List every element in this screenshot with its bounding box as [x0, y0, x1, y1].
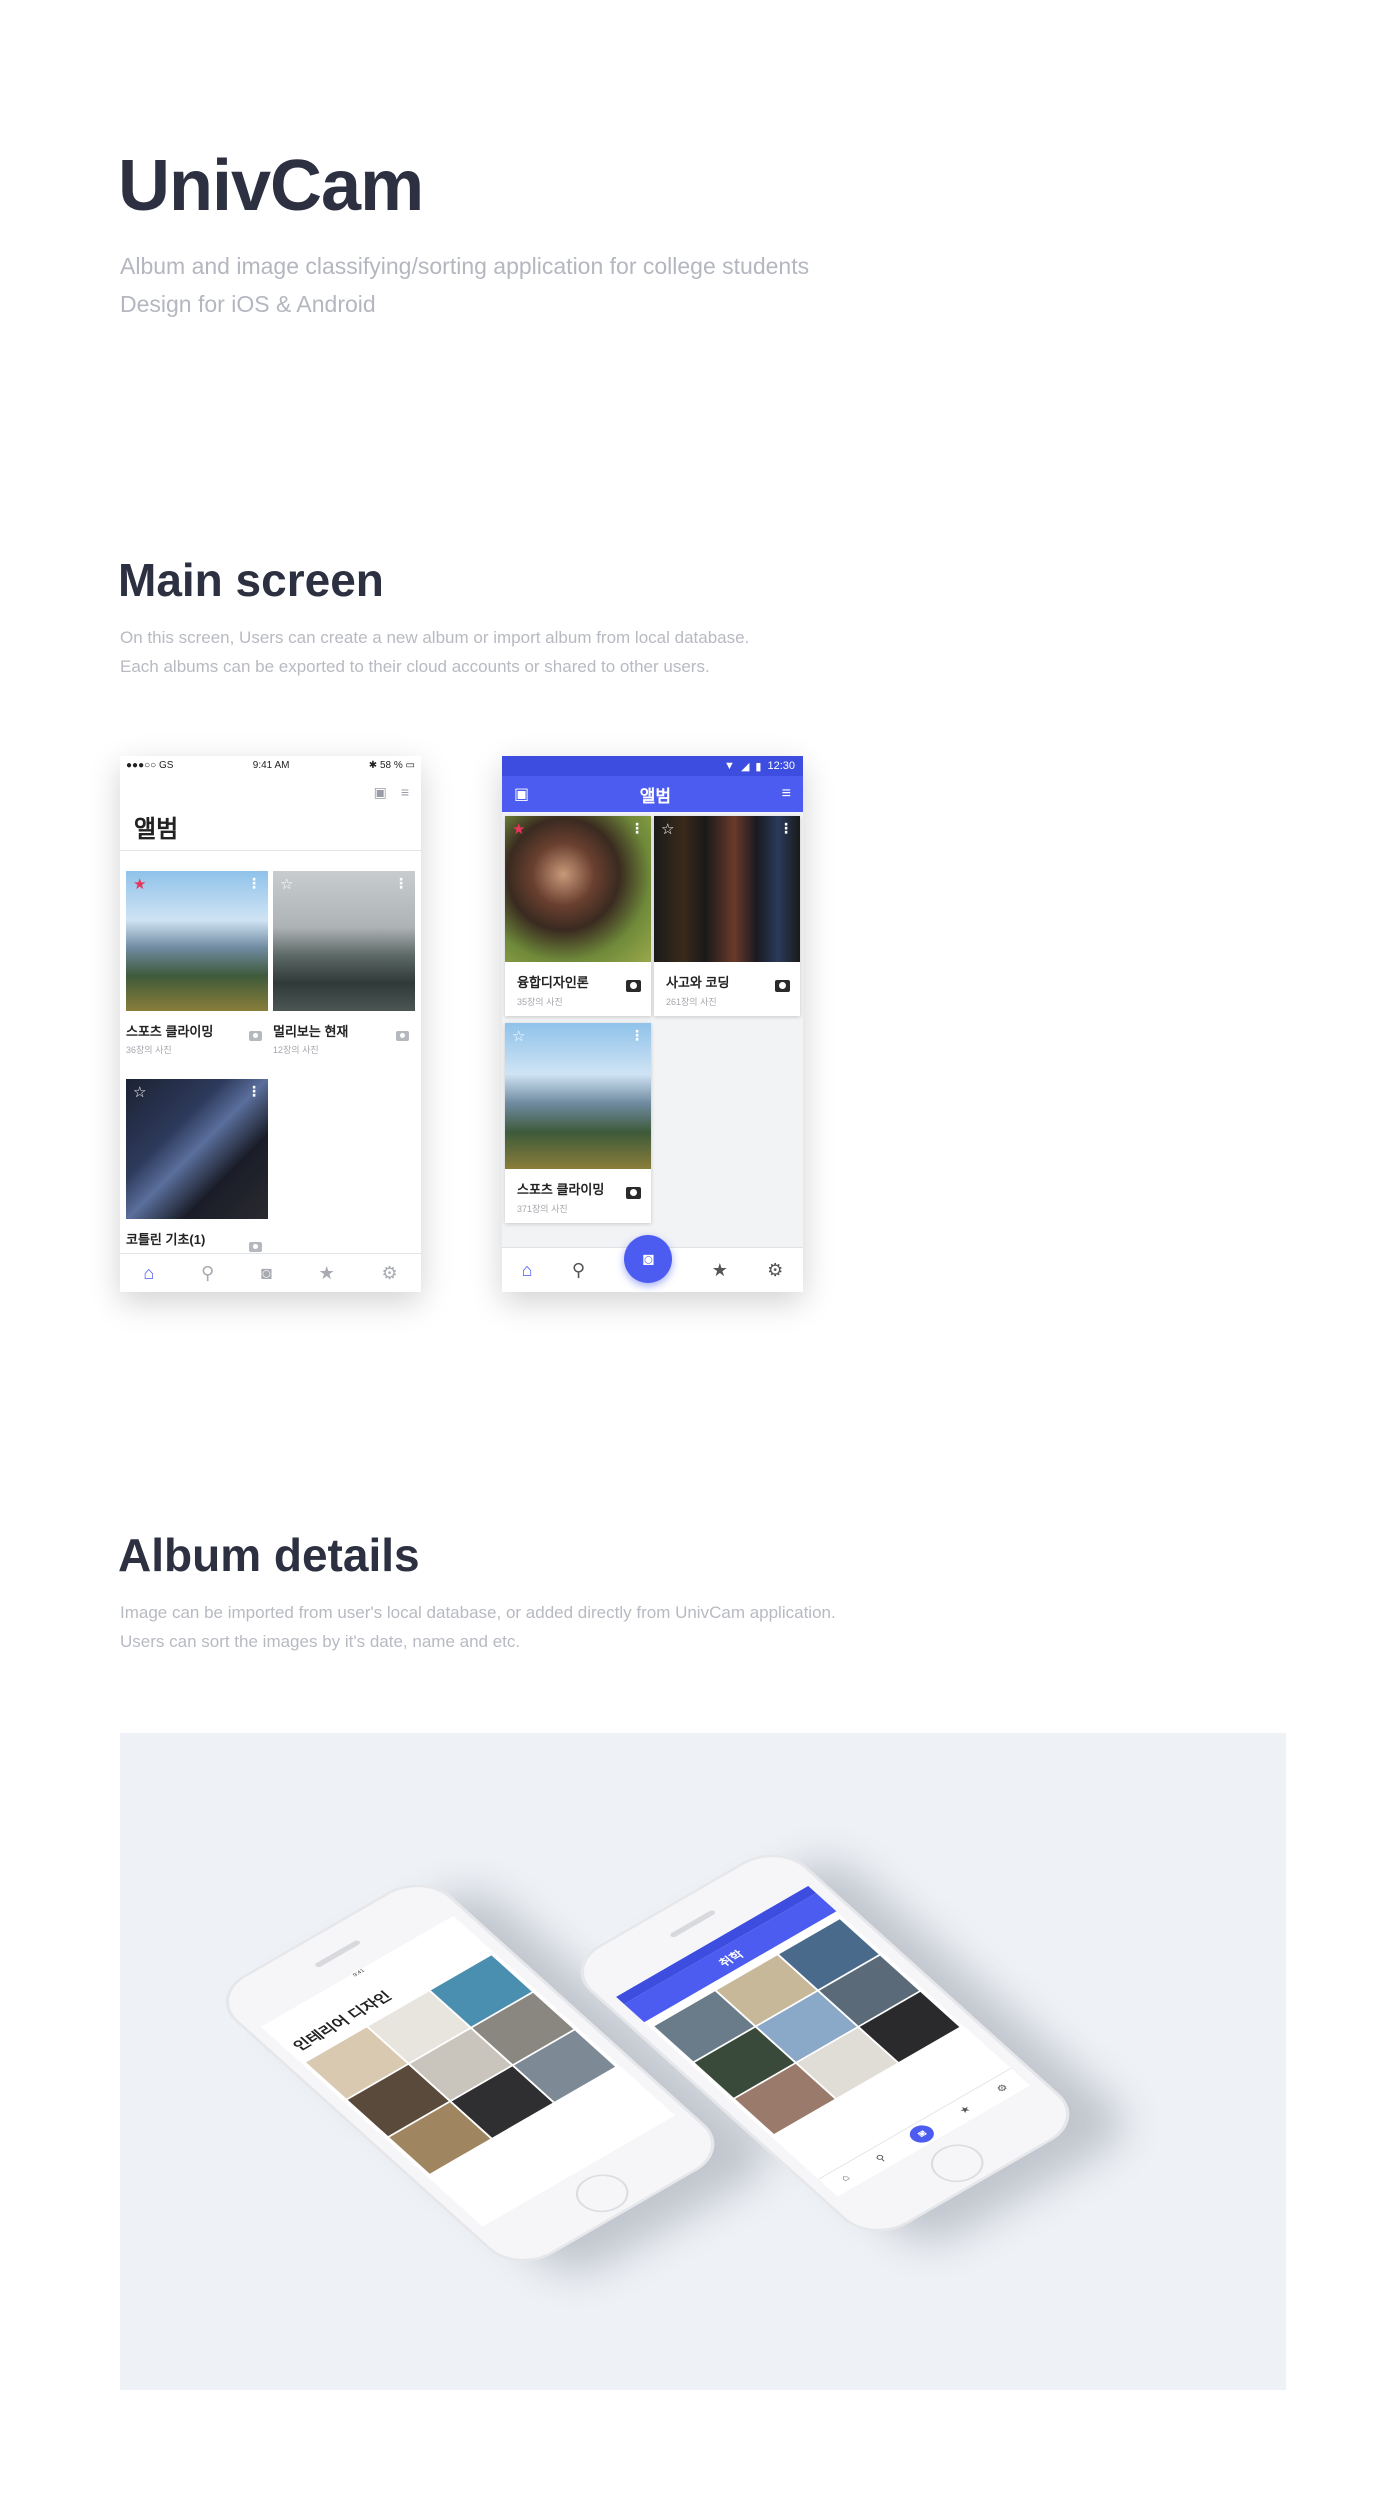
album-title: 스포츠 클라이밍 — [126, 1024, 214, 1039]
page-title: UnivCam — [118, 146, 424, 226]
android-app-bar: ▣ 앨범 ≡ — [502, 776, 803, 812]
photo-grid — [644, 1911, 969, 2142]
camera-icon[interactable] — [249, 1031, 262, 1041]
album-card[interactable]: ★ ⋮ 융합디자인론 35장의 사진 — [505, 816, 651, 1016]
camera-fab-button[interactable]: ◙ — [905, 2121, 940, 2146]
device-mockup-panel: 9:41 인테리어 디자인 취학 ⌂ ⚲ ◙ ★ ⚙ — [120, 1733, 1286, 2390]
album-count: 12장의 사진 — [273, 1045, 319, 1055]
star-outline-icon[interactable]: ☆ — [280, 875, 293, 893]
add-folder-icon[interactable]: ▣ — [374, 784, 387, 801]
android-bottom-nav: ⌂ ⚲ ◙ ★ ⚙ — [502, 1235, 803, 1292]
bluetooth-icon: ✱ — [368, 759, 378, 771]
star-outline-icon[interactable]: ☆ — [133, 1083, 146, 1101]
favorite-star-icon[interactable]: ★ — [512, 820, 525, 838]
battery-icon: ▭ — [405, 759, 415, 771]
signal-icon: ◢ — [740, 760, 750, 773]
ios-toolbar: ▣ ≡ — [120, 774, 421, 810]
more-options-icon[interactable]: ⋮ — [247, 875, 261, 892]
camera-icon: ◙ — [642, 1248, 654, 1269]
star-icon[interactable]: ★ — [319, 1263, 335, 1284]
device-speaker — [313, 1939, 362, 1969]
album-thumbnail[interactable]: ☆ ⋮ — [505, 1023, 651, 1169]
album-title: 코틀린 기초(1) — [126, 1232, 206, 1247]
home-icon[interactable]: ⌂ — [522, 1260, 533, 1281]
home-icon[interactable]: ⌂ — [143, 1263, 154, 1284]
home-icon[interactable]: ⌂ — [839, 2173, 853, 2184]
album-card[interactable]: ☆ ⋮ 멀리보는 현재 12장의 사진 — [273, 871, 415, 1056]
section-desc-main-2: Each albums can be exported to their clo… — [120, 657, 710, 676]
section-title-details: Album details — [118, 1529, 420, 1581]
search-icon[interactable]: ⚲ — [873, 2152, 888, 2164]
album-card[interactable]: ☆ ⋮ 스포츠 클라이밍 371장의 사진 — [505, 1023, 651, 1223]
add-folder-icon[interactable]: ▣ — [514, 784, 529, 804]
favorite-star-icon[interactable]: ★ — [133, 875, 146, 893]
sort-icon[interactable]: ≡ — [401, 784, 409, 800]
subtitle: Album and image classifying/sorting appl… — [120, 253, 810, 279]
album-count: 35장의 사진 — [517, 997, 563, 1007]
camera-icon[interactable] — [396, 1031, 409, 1041]
star-outline-icon[interactable]: ☆ — [512, 1027, 525, 1045]
album-count: 36장의 사진 — [126, 1045, 172, 1055]
camera-fab-button[interactable]: ◙ — [624, 1235, 673, 1283]
gear-icon[interactable]: ⚙ — [993, 2081, 1011, 2094]
camera-icon[interactable]: ◙ — [261, 1263, 272, 1284]
more-options-icon[interactable]: ⋮ — [779, 820, 793, 837]
album-thumbnail[interactable]: ☆ ⋮ — [273, 871, 415, 1011]
sort-icon[interactable]: ≡ — [782, 785, 791, 803]
app-bar-title: 앨범 — [639, 786, 672, 806]
camera-icon[interactable] — [626, 980, 641, 992]
device-speaker — [668, 1909, 717, 1939]
camera-icon[interactable] — [626, 1187, 641, 1199]
gear-icon[interactable]: ⚙ — [767, 1260, 783, 1281]
album-thumbnail[interactable]: ☆ ⋮ — [126, 1079, 268, 1219]
status-time: 12:30 — [767, 760, 795, 772]
more-options-icon[interactable]: ⋮ — [630, 820, 644, 837]
home-button — [565, 2166, 640, 2220]
status-time: 9:41 AM — [252, 759, 290, 771]
album-card[interactable]: ★ ⋮ 스포츠 클라이밍 36장의 사진 — [126, 871, 268, 1056]
album-count: 261장의 사진 — [666, 997, 717, 1007]
section-desc-details-1: Image can be imported from user's local … — [120, 1603, 836, 1622]
home-button — [920, 2136, 995, 2190]
ios-main-screen: ●●●○○ GS 9:41 AM ✱ 58 % ▭ ▣ ≡ 앨범 ★ ⋮ 스포츠… — [120, 756, 421, 1292]
more-options-icon[interactable]: ⋮ — [394, 875, 408, 892]
battery-level: ✱ 58 % ▭ — [368, 759, 415, 771]
album-card[interactable]: ☆ ⋮ 사고와 코딩 261장의 사진 — [654, 816, 800, 1016]
album-count: 371장의 사진 — [517, 1204, 568, 1214]
star-icon[interactable]: ★ — [956, 2103, 974, 2116]
gear-icon[interactable]: ⚙ — [381, 1263, 397, 1284]
camera-icon[interactable] — [775, 980, 790, 992]
search-icon[interactable]: ⚲ — [201, 1263, 214, 1284]
star-icon[interactable]: ★ — [712, 1260, 728, 1281]
subtitle-platforms: Design for iOS & Android — [120, 291, 376, 317]
battery-icon: ▮ — [755, 760, 762, 773]
section-desc-details-2: Users can sort the images by it's date, … — [120, 1632, 521, 1651]
ios-tab-bar: ⌂ ⚲ ◙ ★ ⚙ — [120, 1253, 421, 1292]
album-thumbnail[interactable]: ★ ⋮ — [505, 816, 651, 962]
android-status-bar: ▼ ◢ ▮ 12:30 — [502, 756, 803, 776]
search-icon[interactable]: ⚲ — [572, 1260, 585, 1281]
album-title: 멀리보는 현재 — [273, 1024, 349, 1039]
album-thumbnail[interactable]: ☆ ⋮ — [654, 816, 800, 962]
ios-status-bar: ●●●○○ GS 9:41 AM ✱ 58 % ▭ — [120, 756, 421, 774]
album-card[interactable]: ☆ ⋮ 코틀린 기초(1) — [126, 1079, 268, 1252]
section-desc-main-1: On this screen, Users can create a new a… — [120, 628, 750, 647]
carrier-signal: ●●●○○ GS — [126, 759, 174, 771]
camera-icon[interactable] — [249, 1242, 262, 1252]
album-thumbnail[interactable]: ★ ⋮ — [126, 871, 268, 1011]
section-title-main: Main screen — [118, 554, 384, 606]
more-options-icon[interactable]: ⋮ — [247, 1083, 261, 1100]
more-options-icon[interactable]: ⋮ — [630, 1027, 644, 1044]
android-main-screen: ▼ ◢ ▮ 12:30 ▣ 앨범 ≡ ★ ⋮ 융합디자인론 35장의 사진 ☆ … — [502, 756, 803, 1292]
wifi-icon: ▼ — [724, 760, 735, 772]
album-list-title: 앨범 — [120, 810, 421, 851]
star-outline-icon[interactable]: ☆ — [661, 820, 674, 838]
